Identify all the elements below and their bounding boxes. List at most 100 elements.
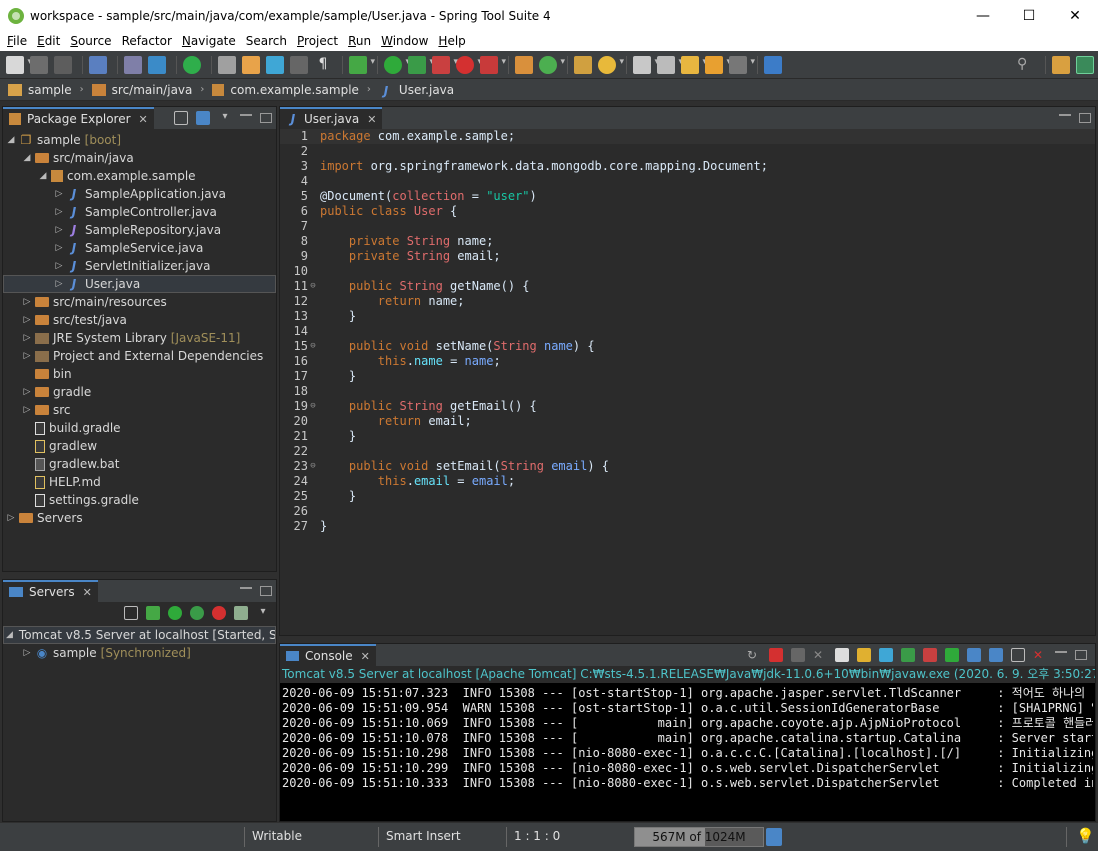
garbage-collect-icon[interactable] [766,828,782,846]
link-with-editor-icon[interactable] [196,111,210,125]
menu-search[interactable]: Search [241,34,292,48]
menu-run[interactable]: Run [343,34,376,48]
display-console-icon[interactable] [967,648,981,662]
menu-project[interactable]: Project [292,34,343,48]
tab-servers[interactable]: Servers ✕ [3,580,98,602]
fold-icon[interactable]: ⊖ [308,399,318,414]
heap-status[interactable]: 567M of 1024M [634,827,764,847]
start-server-icon[interactable] [168,606,182,620]
breadcrumb-source-folder[interactable]: src/main/java [91,83,192,97]
tree-item-gradlew-bat[interactable]: gradlew.bat [3,455,276,473]
minimize-view-icon[interactable] [240,587,252,589]
tab-console[interactable]: Console ✕ [280,644,376,666]
open-console-icon[interactable] [989,648,1003,662]
tree-item-settings-gradle[interactable]: settings.gradle [3,491,276,509]
search-icon[interactable] [598,55,624,74]
spring-boot-dashboard-icon[interactable] [183,55,201,74]
chevron-right-icon[interactable]: ▷ [53,261,65,271]
view-menu-icon[interactable]: ▾ [256,606,270,620]
debug-server-icon[interactable] [146,606,160,620]
tree-item-project[interactable]: ◢ ❐ sample [boot] [3,131,276,149]
chevron-right-icon[interactable]: ▷ [5,513,17,523]
chevron-right-icon[interactable]: ▷ [53,207,65,217]
breadcrumb-project[interactable]: sample [8,83,72,97]
new-java-package-icon[interactable] [515,55,533,74]
next-edit-location-icon[interactable] [633,55,659,74]
word-wrap-icon[interactable] [879,648,893,662]
open-type-icon[interactable] [574,55,592,74]
tree-item-sample-application[interactable]: ▷ J SampleApplication.java [3,185,276,203]
tree-item-user-java[interactable]: ▷ J User.java [3,275,276,293]
remove-launch-icon[interactable] [791,648,805,662]
restart-icon[interactable]: ↻ [747,648,761,662]
scroll-lock-icon[interactable] [857,648,871,662]
tree-item-gradlew[interactable]: gradlew [3,437,276,455]
tree-item-sample-controller[interactable]: ▷ J SampleController.java [3,203,276,221]
previous-annotation-icon[interactable] [657,55,683,74]
menu-source[interactable]: Source [65,34,116,48]
tree-item-sample-repository[interactable]: ▷ J SampleRepository.java [3,221,276,239]
open-perspective-icon[interactable] [1052,55,1070,74]
tree-item-package[interactable]: ◢ com.example.sample [3,167,276,185]
last-edit-location-icon[interactable] [681,55,707,74]
terminal-icon[interactable] [89,55,107,74]
chevron-down-icon[interactable]: ◢ [6,630,13,640]
stop-server-icon[interactable] [212,606,226,620]
menu-edit[interactable]: Edit [32,34,65,48]
breadcrumb-package[interactable]: com.example.sample [212,83,359,97]
close-icon[interactable]: ✕ [139,113,148,126]
fold-icon[interactable]: ⊖ [308,279,318,294]
next-annotation-icon[interactable] [218,55,236,74]
minimize-view-icon[interactable] [1055,651,1067,653]
tree-item-servers[interactable]: ▷ Servers [3,509,276,527]
tree-item-src[interactable]: ▷ src [3,401,276,419]
menu-help[interactable]: Help [433,34,470,48]
save-all-icon[interactable] [54,55,72,74]
tree-item-jre-library[interactable]: ▷ JRE System Library [JavaSE-11] [3,329,276,347]
remove-all-terminated-icon[interactable]: ✕ [813,648,827,662]
fold-icon[interactable]: ⊖ [308,339,318,354]
menu-refactor[interactable]: Refactor [117,34,177,48]
block-selection-icon[interactable] [290,55,308,74]
skip-breakpoints-icon[interactable] [124,55,142,74]
menu-window[interactable]: Window [376,34,433,48]
chevron-right-icon[interactable]: ▷ [53,243,65,253]
chevron-down-icon[interactable]: ◢ [21,153,33,163]
chevron-right-icon[interactable]: ▷ [21,315,33,325]
highlight-icon[interactable] [242,55,260,74]
chevron-right-icon[interactable]: ▷ [21,405,33,415]
minimize-view-icon[interactable] [1059,114,1071,116]
close-console-icon[interactable]: ✕ [1033,648,1047,662]
chevron-right-icon[interactable]: ▷ [21,648,33,658]
chevron-down-icon[interactable]: ◢ [37,171,49,181]
maximize-view-icon[interactable] [260,113,272,123]
view-menu-icon[interactable]: ▾ [218,111,232,125]
tree-item-src-test-java[interactable]: ▷ src/test/java [3,311,276,329]
forward-icon[interactable] [729,55,755,74]
external-tools-icon[interactable] [432,55,458,74]
code-editor[interactable]: 1 package com.example.sample; 2 3 import o… [280,129,1095,635]
tree-item-sample-module[interactable]: ▷ ◉ sample [Synchronized] [3,644,276,662]
word-wrap-icon[interactable] [266,55,284,74]
new-java-class-icon[interactable] [539,55,565,74]
tree-item-src-main-resources[interactable]: ▷ src/main/resources [3,293,276,311]
spring-perspective-icon[interactable] [1076,55,1094,74]
publish-server-icon[interactable] [234,606,248,620]
collapse-all-icon[interactable] [124,606,138,620]
profile-server-icon[interactable] [190,606,204,620]
close-icon[interactable]: ✕ [83,586,92,599]
maximize-view-icon[interactable] [1079,113,1091,123]
close-button[interactable]: ✕ [1052,0,1098,31]
tree-item-src-main-java[interactable]: ◢ src/main/java [3,149,276,167]
tree-item-sample-service[interactable]: ▷ J SampleService.java [3,239,276,257]
maximize-view-icon[interactable] [260,586,272,596]
close-icon[interactable]: ✕ [361,650,370,663]
quick-access-search-icon[interactable]: ⚲ [1017,56,1035,74]
chevron-right-icon[interactable]: ▷ [21,387,33,397]
tree-item-tomcat-server[interactable]: ◢ Tomcat v8.5 Server at localhost [Start… [3,626,276,644]
close-icon[interactable]: ✕ [367,113,376,126]
tree-item-build-gradle[interactable]: build.gradle [3,419,276,437]
run-coverage-icon[interactable] [408,55,434,74]
debug-icon[interactable] [349,55,375,74]
tree-item-bin[interactable]: bin [3,365,276,383]
